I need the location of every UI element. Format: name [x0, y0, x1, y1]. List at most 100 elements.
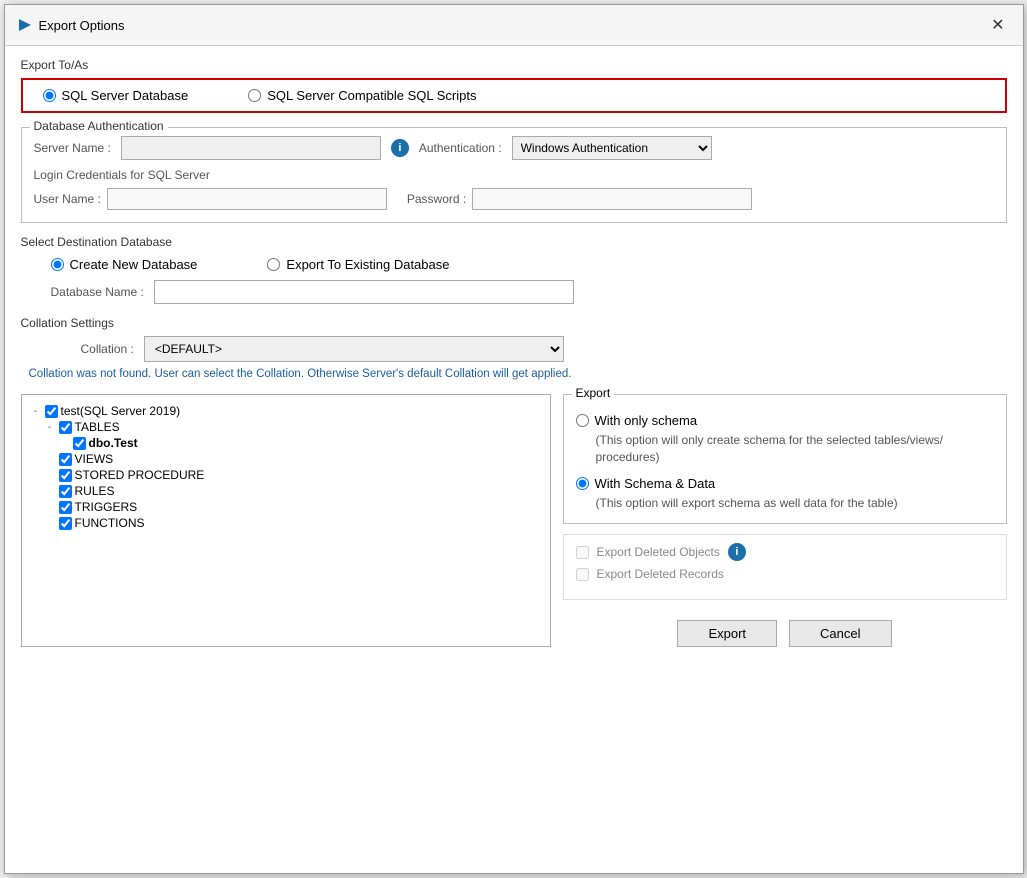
export-button[interactable]: Export [677, 620, 777, 647]
collation-label: Collation Settings [21, 316, 1007, 330]
tree-item-tables[interactable]: - TABLES [44, 419, 542, 435]
export-deleted-objects-checkbox[interactable] [576, 546, 589, 559]
create-new-db-label: Create New Database [70, 257, 198, 272]
schema-data-radio[interactable] [576, 477, 589, 490]
username-input[interactable] [107, 188, 387, 210]
tree-label-triggers: TRIGGERS [75, 500, 138, 514]
server-auth-row: Server Name : i Authentication : Windows… [34, 136, 994, 160]
username-label: User Name : [34, 192, 101, 206]
tree-label-views: VIEWS [75, 452, 114, 466]
checkbox-functions[interactable] [59, 517, 72, 530]
auth-label: Authentication : [419, 141, 502, 155]
collation-section: Collation Settings Collation : <DEFAULT>… [21, 316, 1007, 380]
schema-only-option[interactable]: With only schema [576, 413, 994, 428]
password-input[interactable] [472, 188, 752, 210]
sql-compatible-scripts-option[interactable]: SQL Server Compatible SQL Scripts [248, 88, 476, 103]
export-deleted-records-label: Export Deleted Records [597, 567, 724, 581]
checkbox-rules[interactable] [59, 485, 72, 498]
server-name-select[interactable] [121, 136, 381, 160]
export-existing-radio[interactable] [267, 258, 280, 271]
sql-compatible-scripts-label: SQL Server Compatible SQL Scripts [267, 88, 476, 103]
expand-dbotest [58, 438, 70, 449]
tree-label-tables: TABLES [75, 420, 120, 434]
schema-only-label: With only schema [595, 413, 698, 428]
create-new-db-option[interactable]: Create New Database [51, 257, 198, 272]
collation-wrapper: <DEFAULT> [144, 336, 564, 362]
auth-wrapper: Windows Authentication SQL Server Authen… [512, 136, 712, 160]
sql-server-database-option[interactable]: SQL Server Database [43, 88, 189, 103]
username-group: User Name : [34, 188, 387, 210]
db-name-label: Database Name : [51, 285, 144, 299]
server-info-icon[interactable]: i [391, 139, 409, 157]
server-name-wrapper [121, 136, 381, 160]
dest-db-radios: Create New Database Export To Existing D… [51, 257, 1007, 272]
expand-views [44, 454, 56, 465]
collation-field-label: Collation : [81, 342, 134, 356]
sql-server-database-label: SQL Server Database [62, 88, 189, 103]
expand-storedproc [44, 470, 56, 481]
checkbox-storedproc[interactable] [59, 469, 72, 482]
credentials-row: User Name : Password : [34, 188, 994, 210]
right-panel: Export With only schema (This option wil… [563, 394, 1007, 647]
export-existing-label: Export To Existing Database [286, 257, 449, 272]
collation-note: Collation was not found. User can select… [25, 368, 1007, 380]
button-row: Export Cancel [563, 610, 1007, 647]
tree-item-views[interactable]: VIEWS [44, 451, 542, 467]
deleted-objects-info-icon[interactable]: i [728, 543, 746, 561]
collation-row: Collation : <DEFAULT> [81, 336, 1007, 362]
checkbox-triggers[interactable] [59, 501, 72, 514]
db-name-input[interactable]: test_Recovered [154, 280, 574, 304]
dialog-content: Export To/As SQL Server Database SQL Ser… [5, 46, 1023, 873]
checkbox-views[interactable] [59, 453, 72, 466]
tree-item-root[interactable]: - test(SQL Server 2019) [30, 403, 542, 419]
checkbox-root[interactable] [45, 405, 58, 418]
export-options: With only schema (This option will only … [576, 413, 994, 511]
export-to-label: Export To/As [21, 58, 1007, 72]
server-name-label: Server Name : [34, 141, 111, 155]
checkbox-tables[interactable] [59, 421, 72, 434]
schema-only-desc: (This option will only create schema for… [596, 432, 994, 466]
login-creds-label: Login Credentials for SQL Server [34, 168, 994, 182]
title-bar-left: Export Options [17, 17, 125, 33]
password-label: Password : [407, 192, 466, 206]
export-to-section: SQL Server Database SQL Server Compatibl… [21, 78, 1007, 113]
sql-server-database-radio[interactable] [43, 89, 56, 102]
dest-db-section: Select Destination Database Create New D… [21, 235, 1007, 304]
expand-root: - [30, 406, 42, 417]
close-button[interactable]: ✕ [985, 13, 1010, 37]
tree-item-functions[interactable]: FUNCTIONS [44, 515, 542, 531]
tree-label-storedproc: STORED PROCEDURE [75, 468, 205, 482]
tree-panel: - test(SQL Server 2019) - TABLES dbo.Tes… [21, 394, 551, 647]
db-auth-title: Database Authentication [30, 119, 168, 133]
checkbox-dbotest[interactable] [73, 437, 86, 450]
expand-tables: - [44, 422, 56, 433]
tree-item-dbotest[interactable]: dbo.Test [58, 435, 542, 451]
auth-select[interactable]: Windows Authentication SQL Server Authen… [512, 136, 712, 160]
export-group: Export With only schema (This option wil… [563, 394, 1007, 524]
title-bar: Export Options ✕ [5, 5, 1023, 46]
dialog-title: Export Options [39, 18, 125, 33]
tree-label-dbotest: dbo.Test [89, 436, 138, 450]
tree-label-rules: RULES [75, 484, 115, 498]
tree-item-triggers[interactable]: TRIGGERS [44, 499, 542, 515]
expand-rules [44, 486, 56, 497]
password-group: Password : [407, 188, 752, 210]
schema-only-radio[interactable] [576, 414, 589, 427]
dest-db-label: Select Destination Database [21, 235, 1007, 249]
schema-data-label: With Schema & Data [595, 476, 716, 491]
create-new-db-radio[interactable] [51, 258, 64, 271]
export-existing-option[interactable]: Export To Existing Database [267, 257, 449, 272]
export-deleted-records-checkbox[interactable] [576, 568, 589, 581]
sql-compatible-scripts-radio[interactable] [248, 89, 261, 102]
bottom-section: - test(SQL Server 2019) - TABLES dbo.Tes… [21, 394, 1007, 647]
tree-item-storedproc[interactable]: STORED PROCEDURE [44, 467, 542, 483]
schema-data-option[interactable]: With Schema & Data [576, 476, 994, 491]
export-deleted-objects-label: Export Deleted Objects [597, 545, 720, 559]
export-group-title: Export [572, 386, 615, 400]
expand-triggers [44, 502, 56, 513]
schema-data-desc: (This option will export schema as well … [596, 495, 994, 512]
export-deleted-records-row: Export Deleted Records [576, 567, 994, 581]
tree-item-rules[interactable]: RULES [44, 483, 542, 499]
cancel-button[interactable]: Cancel [789, 620, 891, 647]
collation-select[interactable]: <DEFAULT> [144, 336, 564, 362]
